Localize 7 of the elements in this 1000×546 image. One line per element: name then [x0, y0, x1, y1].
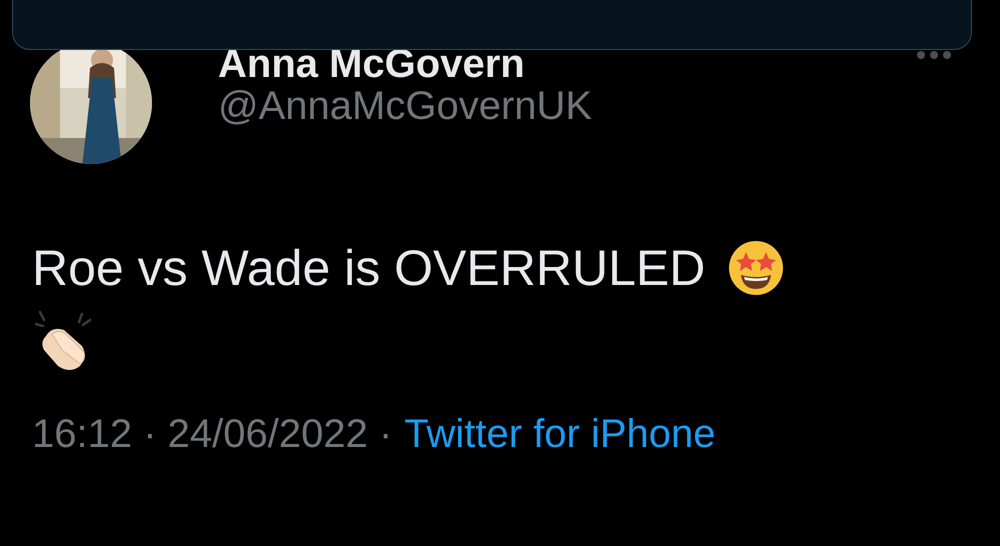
source-link[interactable]: Twitter for iPhone	[404, 412, 716, 457]
notification-toast[interactable]	[12, 0, 972, 50]
author-handle[interactable]: @AnnaMcGovernUK	[218, 84, 592, 128]
tweet-text: Roe vs Wade is OVERRULED	[32, 239, 706, 298]
more-icon[interactable]	[916, 50, 952, 60]
timestamp: 16:12 · 24/06/2022 ·	[32, 412, 392, 457]
star-eyes-emoji-icon	[727, 239, 786, 297]
